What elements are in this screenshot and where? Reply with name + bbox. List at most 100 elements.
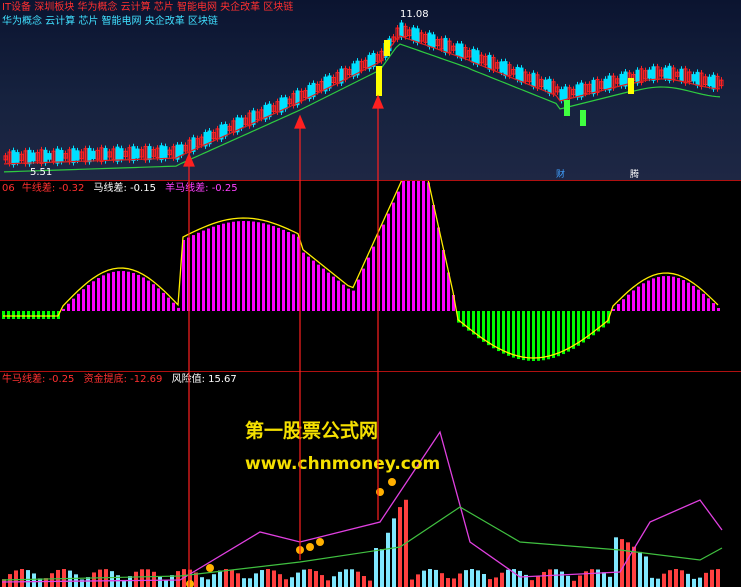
candle — [159, 145, 164, 161]
histogram-bar — [342, 284, 345, 311]
volume-bar — [530, 580, 534, 587]
highlight-candle — [580, 110, 586, 126]
histogram-bar — [677, 278, 680, 311]
histogram-bar — [687, 282, 690, 311]
volume-bar — [536, 576, 540, 587]
volume-bar — [230, 570, 234, 587]
histogram-bar — [627, 294, 630, 311]
histogram-bar — [547, 311, 550, 360]
volume-bar — [314, 571, 318, 587]
volume-bar — [452, 578, 456, 587]
candle — [575, 84, 580, 98]
volume-bar — [674, 569, 678, 587]
volume-bar — [554, 569, 558, 587]
histogram-bar — [312, 260, 315, 311]
risk-chart — [1, 430, 723, 587]
candle — [591, 79, 596, 95]
candle — [163, 146, 168, 159]
volume-bar — [380, 549, 384, 587]
histogram-bar — [52, 311, 55, 319]
volume-bar — [434, 569, 438, 587]
price-panel[interactable]: IT设备 深圳板块 华为概念 云计算 芯片 智能电网 央企改革 区块链 华为概念… — [0, 0, 741, 180]
candle — [459, 43, 464, 59]
candle — [651, 66, 656, 81]
histogram-bar — [432, 205, 435, 311]
volume-bar — [26, 570, 30, 587]
histogram-bar — [357, 279, 360, 311]
histogram-bar — [252, 221, 255, 311]
histogram-bar — [127, 271, 130, 311]
histogram-bar — [237, 221, 240, 311]
candle — [487, 54, 492, 70]
histogram-bar — [427, 182, 430, 311]
volume-bar — [470, 569, 474, 587]
volume-bar — [350, 569, 354, 587]
candle — [47, 153, 52, 160]
volume-bar — [224, 569, 228, 587]
histogram-bar — [662, 276, 665, 311]
histogram-bar — [712, 303, 715, 311]
volume-bar — [242, 578, 246, 587]
candlestick-chart — [3, 20, 724, 173]
histogram-bar — [317, 264, 320, 311]
histogram-bar — [347, 288, 350, 311]
histogram-bar — [177, 307, 180, 311]
volume-bar — [362, 576, 366, 587]
volume-bar — [278, 574, 282, 587]
histogram-bar — [107, 273, 110, 311]
histogram-bar — [307, 256, 310, 311]
volume-bar — [650, 577, 654, 587]
candle — [691, 74, 696, 82]
histogram-bar — [637, 286, 640, 311]
highlight-candle — [564, 100, 570, 116]
histogram-bar — [652, 278, 655, 311]
histogram-bar — [27, 311, 30, 319]
histogram-bar — [22, 311, 25, 319]
histogram-bar — [112, 271, 115, 311]
volume-bar — [446, 578, 450, 587]
histogram-bar — [387, 213, 390, 311]
volume-bar — [422, 570, 426, 587]
candle — [531, 72, 536, 87]
watermark-url: www.chnmoney.com — [245, 454, 441, 474]
volume-bar — [614, 537, 618, 587]
histogram-bar — [72, 298, 75, 311]
histogram-bar — [32, 311, 35, 319]
volume-bar — [464, 570, 468, 587]
histogram-bar — [202, 230, 205, 311]
volume-bar — [692, 578, 696, 587]
volume-bar — [260, 570, 264, 587]
histogram-bar — [527, 311, 530, 361]
volume-bar — [410, 579, 414, 587]
histogram-bar — [187, 237, 190, 311]
volume-bar — [254, 573, 258, 587]
candle — [503, 61, 508, 77]
histogram-bar — [502, 311, 505, 354]
volume-bar — [590, 569, 594, 587]
low-price-label: 5.51 — [30, 167, 53, 178]
candle — [455, 43, 460, 56]
candle — [499, 61, 504, 73]
risk-panel[interactable]: 牛马线差: -0.25 资金提底: -12.69 风险值: 15.67 第一股票… — [0, 372, 741, 587]
signal-dot — [306, 543, 314, 551]
volume-bar — [686, 573, 690, 587]
candle — [399, 22, 404, 38]
histogram-bar — [642, 283, 645, 311]
volume-bar — [428, 569, 432, 587]
volume-bar — [32, 573, 36, 587]
volume-bar — [500, 572, 504, 587]
candle — [411, 27, 416, 41]
volume-bar — [302, 569, 306, 587]
volume-bar — [488, 579, 492, 587]
candle — [695, 71, 700, 86]
histogram-bar — [572, 311, 575, 349]
histogram-bar — [152, 284, 155, 311]
volume-bar — [506, 569, 510, 587]
volume-bar — [662, 573, 666, 587]
volume-bar — [626, 542, 630, 587]
candle — [603, 78, 608, 90]
oscillator-panel[interactable]: 06 牛线差: -0.32 马线差: -0.15 羊马线差: -0.25 — [0, 181, 741, 371]
histogram-bar — [102, 275, 105, 311]
histogram-bar — [37, 311, 40, 319]
candle — [15, 152, 20, 163]
